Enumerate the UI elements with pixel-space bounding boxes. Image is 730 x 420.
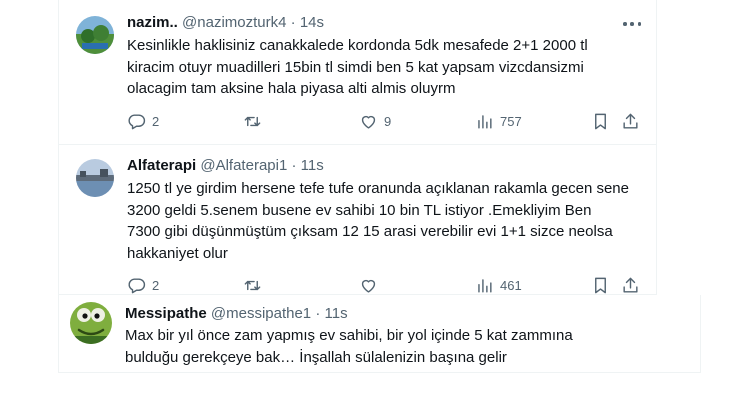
- retweet-button[interactable]: [243, 276, 268, 295]
- views-bar-chart-icon: [478, 279, 492, 293]
- heart-icon: [361, 115, 376, 129]
- share-button[interactable]: [621, 112, 640, 131]
- separator-dot: ·: [290, 14, 296, 31]
- tweet-text-line: bulduğu gerekçeye bak… İnşallah sülaleni…: [125, 348, 507, 366]
- tweet-text-line: olacagim tam aksine hala piyasa alti alm…: [127, 80, 456, 97]
- tweet-messipathe[interactable]: Messipathe @messipathe1 · 11s Max bir yı…: [58, 295, 701, 373]
- reply-button[interactable]: 2: [127, 112, 159, 131]
- views-button[interactable]: 461: [475, 276, 522, 295]
- author-name[interactable]: Alfaterapi: [127, 157, 196, 174]
- retweet-icon: [244, 280, 261, 291]
- tweet-alfaterapi[interactable]: Alfaterapi @Alfaterapi1 · 11s 1250 tl ye…: [58, 145, 657, 295]
- reply-bubble-icon: [128, 114, 146, 130]
- tweet-header: nazim.. @nazimozturk4 · 14s: [127, 14, 324, 32]
- view-count: 461: [500, 278, 522, 293]
- separator-dot: ·: [291, 157, 297, 174]
- avatar[interactable]: [76, 159, 114, 197]
- timestamp[interactable]: 11s: [301, 157, 324, 174]
- reply-bubble-icon: [128, 278, 146, 294]
- bookmark-icon: [595, 113, 606, 130]
- share-icon: [623, 113, 638, 129]
- avatar[interactable]: [70, 302, 112, 344]
- author-handle[interactable]: @messipathe1: [211, 305, 311, 322]
- author-name[interactable]: nazim..: [127, 14, 178, 31]
- action-bar: 2 461: [127, 276, 647, 296]
- tweet-text: Kesinlikle haklisiniz canakkalede kordon…: [127, 35, 588, 100]
- tweet-text: Max bir yıl önce zam yapmış ev sahibi, b…: [125, 325, 573, 368]
- reply-count: 2: [152, 278, 160, 293]
- timestamp[interactable]: 14s: [300, 14, 324, 31]
- tweet-nazim[interactable]: nazim.. @nazimozturk4 · 14s Kesinlikle h…: [58, 0, 657, 145]
- author-handle[interactable]: @Alfaterapi1: [200, 157, 287, 174]
- share-icon: [623, 277, 638, 293]
- views-bar-chart-icon: [478, 115, 492, 129]
- view-count: 757: [500, 114, 522, 129]
- bookmark-button[interactable]: [591, 276, 610, 295]
- retweet-button[interactable]: [243, 112, 268, 131]
- like-button[interactable]: 9: [359, 112, 391, 131]
- tweet-text: 1250 tl ye girdim hersene tefe tufe oran…: [127, 178, 629, 264]
- reply-button[interactable]: 2: [127, 276, 159, 295]
- separator-dot: ·: [315, 305, 321, 322]
- tweet-text-line: 7300 gibi düşünmüştüm çıksam 12 15 arasi…: [127, 223, 613, 240]
- tweet-text-line: hakkaniyet olur: [127, 244, 228, 262]
- timestamp[interactable]: 11s: [325, 305, 348, 322]
- action-bar: 2 9 757: [127, 112, 647, 132]
- avatar[interactable]: [76, 16, 114, 54]
- retweet-icon: [244, 116, 261, 127]
- like-button[interactable]: [359, 276, 384, 295]
- author-handle[interactable]: @nazimozturk4: [182, 14, 286, 31]
- tweet-text-line: 1250 tl ye girdim hersene tefe tufe oran…: [127, 180, 629, 197]
- bookmark-icon: [595, 277, 606, 294]
- author-name[interactable]: Messipathe: [125, 305, 207, 322]
- tweet-header: Messipathe @messipathe1 · 11s: [125, 305, 348, 323]
- tweet-text-line: 3200 geldi 5.senem busene ev sahibi 10 b…: [127, 201, 592, 219]
- tweet-text-line: Max bir yıl önce zam yapmış ev sahibi, b…: [125, 327, 573, 344]
- heart-icon: [361, 279, 376, 293]
- tweet-text-line: kiracim otuyr muadilleri 15bin tl simdi …: [127, 58, 584, 76]
- tweet-header: Alfaterapi @Alfaterapi1 · 11s: [127, 157, 324, 175]
- like-count: 9: [384, 114, 392, 129]
- views-button[interactable]: 757: [475, 112, 522, 131]
- tweet-text-line: Kesinlikle haklisiniz canakkalede kordon…: [127, 37, 588, 54]
- reply-count: 2: [152, 114, 160, 129]
- bookmark-button[interactable]: [591, 112, 610, 131]
- more-horizontal-icon[interactable]: [623, 21, 641, 27]
- share-button[interactable]: [621, 276, 640, 295]
